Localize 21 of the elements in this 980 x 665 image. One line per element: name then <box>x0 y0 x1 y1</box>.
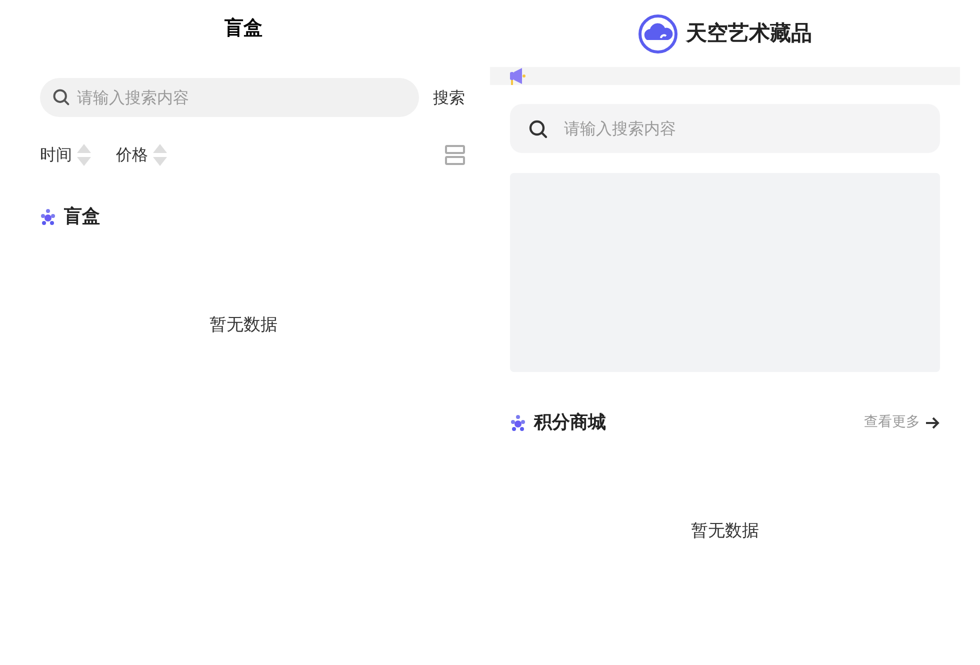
page-title: 盲盒 <box>224 16 262 41</box>
search-button[interactable]: 搜索 <box>433 86 465 110</box>
flower-icon <box>510 414 526 432</box>
flower-icon <box>40 208 56 226</box>
section-title: 积分商城 <box>534 411 606 435</box>
search-field[interactable]: 请输入搜索内容 <box>510 104 940 153</box>
megaphone-icon <box>509 67 527 85</box>
arrow-right-icon <box>924 414 940 430</box>
empty-message: 暂无数据 <box>210 314 278 337</box>
list-view-icon[interactable] <box>445 145 465 165</box>
sort-button[interactable]: 价格 <box>116 143 148 167</box>
sort-icon <box>152 143 168 167</box>
search-icon <box>528 119 548 139</box>
section-title: 盲盒 <box>64 205 100 229</box>
sort-button[interactable]: 时间 <box>40 143 72 167</box>
cloud-logo-icon <box>638 14 678 54</box>
empty-message: 暂无数据 <box>691 520 759 543</box>
search-icon <box>52 88 70 106</box>
search-field[interactable]: 请输入搜索内容 <box>40 78 419 117</box>
brand-name: 天空艺术藏品 <box>686 20 812 47</box>
sort-icon <box>76 143 92 167</box>
